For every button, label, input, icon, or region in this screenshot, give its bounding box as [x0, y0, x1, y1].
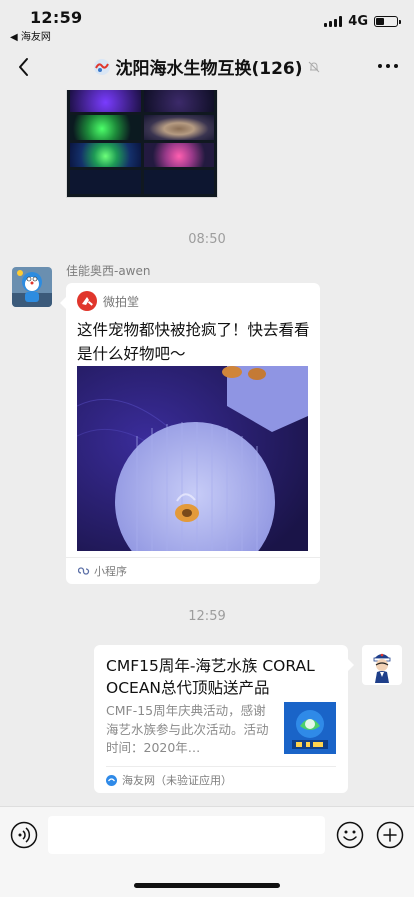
- network-type: 4G: [348, 14, 368, 29]
- status-bar: 12:59 ◀ 海友网 4G: [0, 0, 414, 44]
- message-time: 12:59: [188, 609, 226, 624]
- chat-header: 沈阳海水生物互换(126): [0, 44, 414, 90]
- mini-program-icon: [78, 567, 90, 575]
- mini-program-name: 微拍堂: [103, 294, 140, 309]
- mini-program-header: 微拍堂: [77, 291, 139, 311]
- plus-icon[interactable]: [376, 821, 404, 849]
- haiyou-logo-icon: [106, 774, 117, 786]
- mini-program-photo: [77, 366, 308, 551]
- coral-photo: [70, 90, 141, 113]
- mini-program-card[interactable]: 微拍堂 这件宠物都快被抢疯了！快去看看是什么好物吧～ 小程序: [60, 283, 320, 584]
- coral-photo: [70, 169, 141, 194]
- more-dots-icon[interactable]: [376, 56, 400, 76]
- sender-avatar[interactable]: [12, 267, 52, 307]
- avatar-image: [12, 267, 52, 307]
- chevron-left-icon[interactable]: [10, 52, 40, 82]
- status-indicators: 4G: [324, 14, 401, 29]
- battery-level: [376, 18, 384, 25]
- link-source-footer: 海友网（未验证应用）: [106, 766, 336, 793]
- message-time: 08:50: [188, 232, 226, 247]
- message-input[interactable]: [48, 816, 325, 854]
- signal-icon: [324, 16, 343, 27]
- link-source: 海友网（未验证应用）: [122, 774, 232, 787]
- coral-photo: [143, 169, 214, 194]
- mini-program-footer: 小程序: [66, 557, 320, 584]
- battery-icon: [374, 16, 401, 27]
- message-input-bar: [0, 806, 414, 897]
- coral-photo: [143, 142, 214, 167]
- mini-program-text: 这件宠物都快被抢疯了！快去看看是什么好物吧～: [77, 321, 310, 363]
- back-to-app-link[interactable]: ◀ 海友网: [10, 28, 51, 43]
- link-thumbnail: [284, 702, 336, 754]
- home-indicator: [134, 883, 280, 888]
- chat-messages[interactable]: 08:50 佳能奥西-awen 微拍堂 这件宠物都快被抢疯了！快去看看是什么好物…: [0, 90, 414, 806]
- sender-name: 佳能奥西-awen: [66, 264, 151, 278]
- coral-photo: [143, 90, 214, 113]
- status-time: 12:59: [30, 8, 83, 27]
- emoji-icon[interactable]: [336, 821, 364, 849]
- link-title: CMF15周年-海艺水族 CORAL OCEAN总代顶贴送产品: [106, 657, 315, 697]
- mini-program-label: 小程序: [94, 565, 127, 578]
- mute-bell-icon: [308, 61, 319, 72]
- coral-image-message[interactable]: [66, 90, 218, 198]
- coral-photo: [70, 142, 141, 167]
- chat-title-area[interactable]: 沈阳海水生物互换(126): [60, 54, 354, 79]
- coral-photo: [143, 115, 214, 140]
- link-description: CMF-15周年庆典活动，感谢海艺水族参与此次活动。活动时间：2020年…: [106, 703, 269, 755]
- avatar-image: [362, 645, 402, 685]
- group-avatar-icon: [94, 58, 111, 75]
- link-share-card[interactable]: CMF15周年-海艺水族 CORAL OCEAN总代顶贴送产品 CMF-15周年…: [94, 645, 354, 793]
- chat-title: 沈阳海水生物互换(126): [115, 59, 303, 79]
- voice-icon[interactable]: [10, 821, 38, 849]
- self-avatar[interactable]: [362, 645, 402, 685]
- weipaitang-logo-icon: [77, 291, 97, 311]
- coral-photo: [70, 115, 141, 140]
